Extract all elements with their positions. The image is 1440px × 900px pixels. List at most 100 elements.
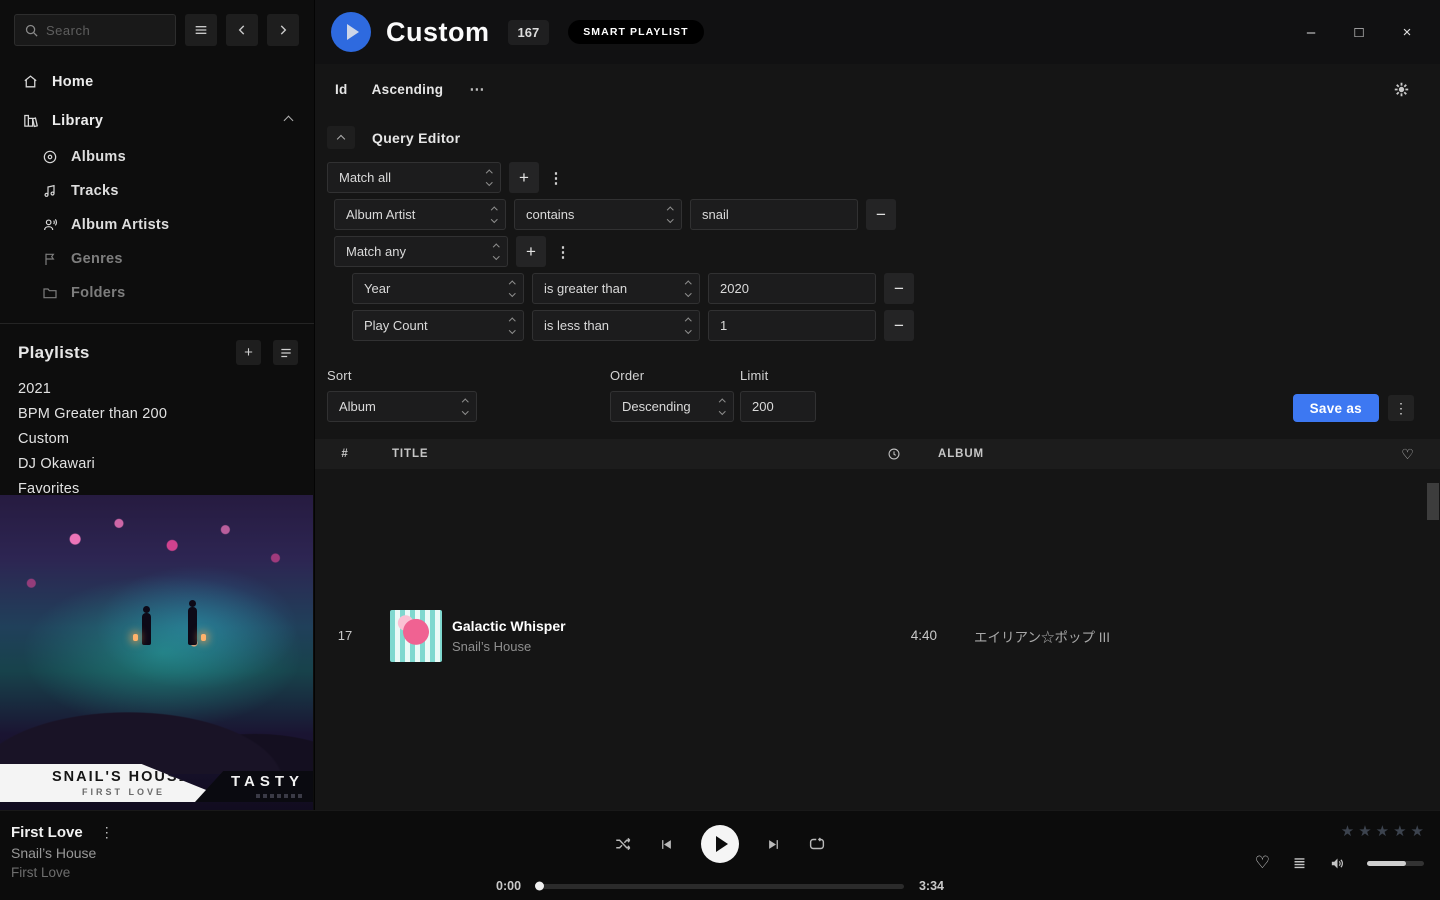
search-input[interactable] [46,23,166,38]
previous-track-icon [659,837,674,852]
tracks-icon [42,183,58,199]
speaker-icon [1329,855,1346,872]
match-select-group2[interactable]: Match any [334,236,508,267]
add-rule-button[interactable]: + [509,162,539,193]
playlist-item[interactable]: Custom [18,427,314,452]
column-title[interactable]: TITLE [375,448,827,460]
volume-slider[interactable] [1367,861,1424,866]
album-art-label-text: TASTY [231,773,304,790]
sidebar-item-folders[interactable]: Folders [42,276,314,310]
play-playlist-button[interactable] [331,12,371,52]
group-menu-button[interactable]: ⋮ [554,243,572,261]
limit-input[interactable] [740,391,816,422]
more-options-button[interactable]: ⋯ [469,80,485,98]
star-icon[interactable]: ★ [1411,822,1424,840]
app-window: Home Library Albums [0,0,1440,900]
add-playlist-button[interactable]: + [236,340,261,365]
sort-direction-button[interactable]: Ascending [372,82,444,97]
column-index[interactable]: # [315,448,375,460]
track-count-badge: 167 [508,20,550,45]
playlist-item[interactable]: DJ Okawari [18,452,314,477]
close-button[interactable]: × [1398,24,1416,41]
star-icon[interactable]: ★ [1341,822,1354,840]
rule-field-select[interactable]: Play Count [352,310,524,341]
now-playing-menu-button[interactable]: ⋮ [100,824,114,841]
order-select[interactable]: Descending [610,391,734,422]
rule-field-select[interactable]: Album Artist [334,199,506,230]
volume-button[interactable] [1329,855,1346,872]
group-menu-button[interactable]: ⋮ [547,169,565,187]
playlist-item[interactable]: 2021 [18,377,314,402]
queue-button[interactable] [1291,855,1308,872]
menu-button[interactable] [185,14,217,46]
rule-value-input[interactable] [690,199,858,230]
chevron-up-icon [337,135,345,143]
sidebar-item-home[interactable]: Home [0,62,314,101]
previous-button[interactable] [659,837,674,852]
favorite-button[interactable]: ♡ [1255,853,1270,873]
hamburger-icon [193,22,209,38]
sidebar-item-label: Library [52,113,103,129]
search-box[interactable] [14,14,176,46]
add-rule-button[interactable]: + [516,236,546,267]
rule-operator-select[interactable]: is less than [532,310,700,341]
rule-field-select[interactable]: Year [352,273,524,304]
remove-rule-button[interactable]: − [884,310,914,341]
chevron-right-icon [276,23,290,37]
match-select-value: Match any [346,244,406,259]
play-icon [347,24,359,40]
limit-label: Limit [740,368,816,383]
sidebar-item-label: Genres [71,251,123,267]
chevron-up-icon[interactable] [284,116,294,126]
chevron-left-icon [235,23,249,37]
library-sub-items: Albums Tracks Album Artists [0,140,314,310]
field-select-value: Album Artist [346,207,415,222]
maximize-button[interactable]: □ [1350,24,1368,41]
playlist-item[interactable]: BPM Greater than 200 [18,402,314,427]
next-button[interactable] [766,837,781,852]
sidebar-item-genres[interactable]: Genres [42,242,314,276]
back-button[interactable] [226,14,258,46]
sidebar-item-album-artists[interactable]: Album Artists [42,208,314,242]
shuffle-button[interactable] [614,835,632,853]
save-menu-button[interactable]: ⋮ [1388,395,1414,421]
play-pause-button[interactable] [701,825,739,863]
star-icon[interactable]: ★ [1376,822,1389,840]
track-album: エイリアン☆ポップ III [943,469,1426,810]
sidebar-item-tracks[interactable]: Tracks [42,174,314,208]
query-output-settings: Sort Album Order Descending Limit Save a… [315,368,1440,422]
column-favorite[interactable]: ♡ [1390,446,1426,463]
minimize-button[interactable]: – [1302,24,1320,41]
remove-rule-button[interactable]: − [884,273,914,304]
remove-rule-button[interactable]: − [866,199,896,230]
rule-value-input[interactable] [708,310,876,341]
match-select-group1[interactable]: Match all [327,162,501,193]
now-playing-album-art[interactable]: SNAIL'S HOUSE FIRST LOVE TASTY [0,495,313,810]
rule-value-input[interactable] [708,273,876,304]
track-row[interactable]: 17 Galactic Whisper Snail’s House 4:40 エ… [315,469,1440,810]
playlist-options-button[interactable] [273,340,298,365]
rule-operator-select[interactable]: is greater than [532,273,700,304]
scrollbar-thumb[interactable] [1427,483,1439,520]
sidebar-item-albums[interactable]: Albums [42,140,314,174]
now-playing-album[interactable]: First Love [11,865,114,880]
collapse-query-editor-button[interactable] [327,126,355,149]
sort-field-button[interactable]: Id [335,82,348,97]
sidebar-item-library[interactable]: Library [0,101,314,140]
star-icon[interactable]: ★ [1358,822,1371,840]
sort-select[interactable]: Album [327,391,477,422]
settings-button[interactable] [1393,81,1410,98]
sort-toolbar: Id Ascending ⋯ [315,64,1440,114]
track-title: Galactic Whisper [452,618,566,634]
column-album[interactable]: ALBUM [907,448,1390,460]
now-playing-artist[interactable]: Snail’s House [11,845,114,861]
progress-bar[interactable] [536,884,904,889]
repeat-button[interactable] [808,835,826,853]
star-icon[interactable]: ★ [1393,822,1406,840]
forward-button[interactable] [267,14,299,46]
sidebar-nav: Home Library Albums [0,62,314,324]
rule-operator-select[interactable]: contains [514,199,682,230]
save-as-button[interactable]: Save as [1293,394,1379,422]
progress-handle[interactable] [535,882,544,891]
column-duration[interactable] [827,447,907,461]
